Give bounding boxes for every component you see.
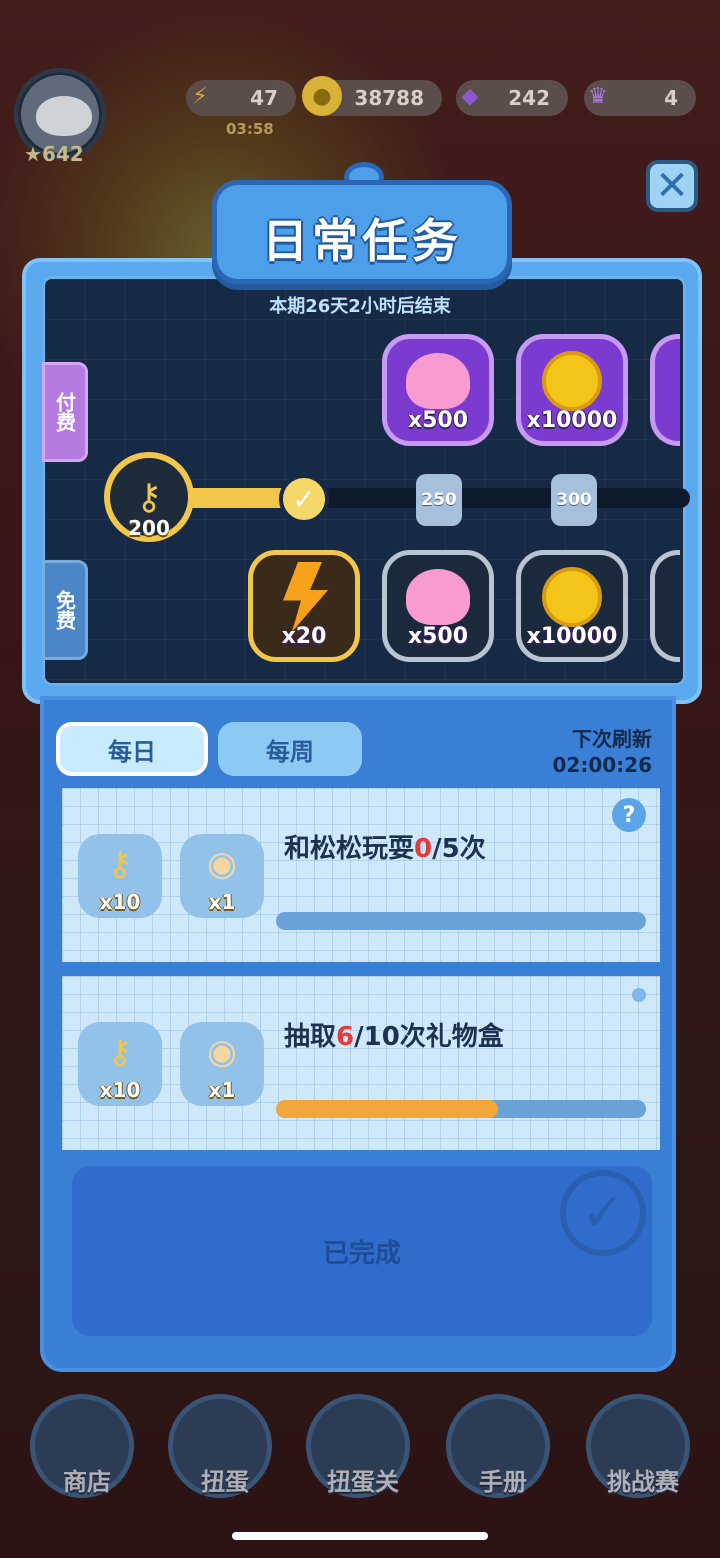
crown-counter[interactable]: ♛ 4 (584, 80, 696, 116)
energy-counter[interactable]: ⚡ 47 (186, 80, 296, 116)
crown-icon: ♛ (588, 83, 608, 109)
refresh-time: 02:00:26 (552, 753, 653, 777)
cake-icon: ◉ (207, 1032, 237, 1072)
bottom-navigation: 商店 扭蛋 扭蛋关 手册 挑战赛 (0, 1388, 720, 1518)
coin-counter[interactable]: ● 38788 (302, 76, 442, 116)
modal-title: 日常任务 (262, 214, 462, 268)
task-reward-cake: ◉ x1 (180, 834, 264, 918)
help-icon[interactable]: ? (612, 798, 646, 832)
task-reward-cake: ◉ x1 (180, 1022, 264, 1106)
reward-count: x10 (99, 890, 141, 914)
energy-timer: 03:58 (226, 120, 274, 138)
heart-icon (406, 569, 470, 625)
free-track-tab: 免费 (42, 560, 88, 660)
top-bar: ★642 ⚡ 47 03:58 ● 38788 ◆ 242 ♛ 4 (0, 68, 720, 168)
reward-quantity: x10000 (526, 408, 618, 433)
nav-gacha[interactable]: 扭蛋 (168, 1394, 272, 1498)
free-reward-coin[interactable]: x10000 (516, 550, 628, 662)
tab-daily[interactable]: 每日 (56, 722, 208, 776)
nav-label: 扭蛋关 (327, 1468, 399, 1496)
close-button[interactable]: ✕ (646, 160, 698, 212)
key-icon: ⚷ (107, 844, 133, 884)
task-reward-keys: ⚷ x10 (78, 1022, 162, 1106)
gem-counter[interactable]: ◆ 242 (456, 80, 568, 116)
reward-count: x10 (99, 1078, 141, 1102)
free-reward-partial (650, 550, 680, 662)
key-value: 200 (128, 516, 170, 540)
task-card[interactable]: ⚷ x10 ◉ x1 抽取6/10次礼物盒 (62, 976, 660, 1150)
refresh-countdown: 下次刷新 02:00:26 (540, 726, 653, 778)
key-progress-node: ⚷ 200 (104, 452, 194, 542)
key-icon: ⚷ (107, 1032, 133, 1072)
reward-count: x1 (208, 890, 236, 914)
nav-handbook[interactable]: 手册 (446, 1394, 550, 1498)
avatar-character (36, 96, 92, 136)
reward-quantity: x20 (281, 624, 327, 649)
key-icon: ⚷ (135, 476, 163, 518)
nav-gacha-stage[interactable]: 扭蛋关 (306, 1394, 410, 1498)
reward-quantity: x500 (407, 408, 469, 433)
completed-stamp-icon: ✓ (560, 1170, 646, 1256)
nav-challenge[interactable]: 挑战赛 (586, 1394, 690, 1498)
indicator-dot (632, 988, 646, 1002)
task-progress-bar (276, 1100, 646, 1118)
energy-value: 47 (250, 86, 278, 110)
milestone-value: 250 (421, 490, 457, 510)
refresh-label: 下次刷新 (572, 727, 652, 751)
nav-shop[interactable]: 商店 (30, 1394, 134, 1498)
task-card[interactable]: ? ⚷ x10 ◉ x1 和松松玩耍0/5次 (62, 788, 660, 962)
paid-reward-heart[interactable]: x500 (382, 334, 494, 446)
coin-value: 38788 (354, 86, 424, 110)
gem-value: 242 (508, 86, 550, 110)
free-reward-heart[interactable]: x500 (382, 550, 494, 662)
milestone-complete: ✓ (279, 474, 329, 524)
milestone-locked: 300 (551, 474, 597, 526)
gem-icon: ◆ (461, 83, 479, 109)
coin-icon (542, 567, 602, 627)
nav-label: 手册 (479, 1468, 527, 1496)
heart-icon (406, 353, 470, 409)
reward-quantity: x10000 (526, 624, 618, 649)
close-icon: ✕ (655, 163, 689, 209)
reward-count: x1 (208, 1078, 236, 1102)
paid-track-tab: 付费 (42, 362, 88, 462)
title-plate: 日常任务 (212, 180, 512, 284)
task-reward-keys: ⚷ x10 (78, 834, 162, 918)
paid-reward-coin[interactable]: x10000 (516, 334, 628, 446)
lightning-icon (283, 562, 328, 632)
period-countdown: 本期26天2小时后结束 (269, 296, 451, 317)
nav-label: 扭蛋 (201, 1468, 249, 1496)
crown-value: 4 (664, 86, 678, 110)
task-title: 和松松玩耍0/5次 (284, 834, 486, 864)
task-progress-bar (276, 912, 646, 930)
free-reward-lightning[interactable]: x20 (248, 550, 360, 662)
paid-reward-partial (650, 334, 680, 446)
task-title: 抽取6/10次礼物盒 (284, 1022, 504, 1052)
nav-label: 商店 (63, 1468, 111, 1496)
coin-icon: ● (302, 76, 342, 116)
player-level: ★642 (24, 142, 84, 166)
nav-label: 挑战赛 (607, 1468, 679, 1496)
tab-weekly[interactable]: 每周 (218, 722, 362, 776)
coin-icon (542, 351, 602, 411)
check-icon: ✓ (292, 482, 316, 516)
milestone-value: 300 (556, 490, 592, 510)
level-value: 642 (41, 142, 84, 166)
reward-quantity: x500 (407, 624, 469, 649)
milestone-locked: 250 (416, 474, 462, 526)
cake-icon: ◉ (207, 844, 237, 884)
lightning-icon: ⚡ (192, 83, 208, 109)
task-progress-fill (276, 1100, 498, 1118)
home-indicator[interactable] (232, 1532, 488, 1540)
